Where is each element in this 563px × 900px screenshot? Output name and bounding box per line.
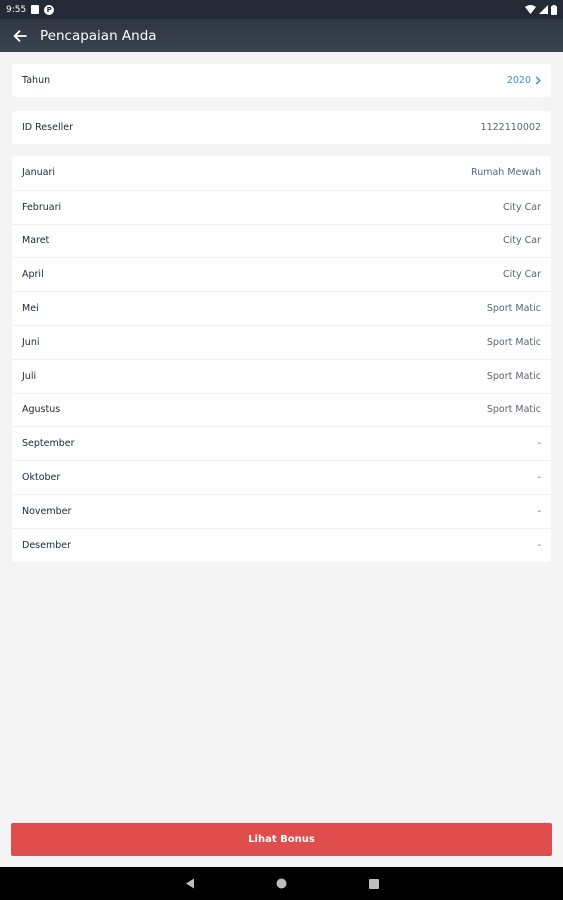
nav-home-button[interactable] [270,872,294,896]
view-bonus-button[interactable]: Lihat Bonus [11,823,552,856]
recents-square-icon [368,878,379,889]
status-time: 9:55 [6,4,27,15]
month-value: - [537,472,541,484]
year-label: Tahun [22,75,51,86]
month-value: City Car [503,235,541,247]
reseller-card: ID Reseller 1122110002 [12,111,551,144]
nav-recents-button[interactable] [362,872,386,896]
sd-card-icon [31,5,40,14]
month-value: - [537,539,541,551]
month-value: City Car [503,269,541,281]
month-label: Agustus [22,404,61,416]
wifi-icon [525,5,536,14]
month-value: Sport Matic [486,370,541,382]
status-bar: 9:55 P [0,0,563,19]
month-label: April [22,269,44,281]
notification-icon: P [44,4,55,15]
list-item: Agustus Sport Matic [12,392,551,427]
month-label: Maret [22,235,50,247]
nav-back-button[interactable] [178,872,202,896]
month-label: Desember [22,539,71,551]
signal-icon [539,5,548,14]
month-label: Februari [22,201,62,213]
list-item: Desember - [12,527,551,562]
month-value: Rumah Mewah [471,167,541,179]
reseller-value: 1122110002 [480,122,541,133]
month-value: Sport Matic [486,303,541,315]
month-label: Juni [22,336,40,348]
app-bar: Pencapaian Anda [0,19,563,52]
list-item: Oktober - [12,460,551,494]
month-value: - [537,438,541,450]
list-item: Februari City Car [12,189,551,224]
year-card[interactable]: Tahun 2020 [12,64,551,97]
list-item: September - [12,426,551,460]
month-value: City Car [503,201,541,213]
list-item: Maret City Car [12,223,551,258]
list-item: Januari Rumah Mewah [12,156,551,190]
list-item: April City Car [12,257,551,291]
list-item: Mei Sport Matic [12,291,551,325]
list-item: Juni Sport Matic [12,324,551,359]
page-title: Pencapaian Anda [40,27,157,44]
system-nav-bar [0,867,563,900]
month-label: Oktober [22,472,61,484]
month-label: Januari [22,167,56,179]
reseller-label: ID Reseller [22,122,73,133]
home-circle-icon [276,878,287,889]
back-triangle-icon [185,878,194,889]
chevron-right-icon [535,76,541,85]
year-value: 2020 [506,75,531,86]
month-value: Sport Matic [486,404,541,416]
monthly-achievement-list: Januari Rumah Mewah Februari City Car Ma… [12,156,551,562]
battery-icon [551,4,557,15]
list-item: Juli Sport Matic [12,358,551,393]
year-selector[interactable]: 2020 [507,75,541,86]
list-item: November - [12,493,551,528]
month-label: Mei [22,303,39,315]
month-label: September [22,438,75,450]
month-label: Juli [22,370,37,382]
back-button[interactable] [0,19,40,52]
arrow-left-icon [13,29,27,42]
month-value: Sport Matic [486,336,541,348]
month-label: November [22,505,72,517]
month-value: - [537,505,541,517]
